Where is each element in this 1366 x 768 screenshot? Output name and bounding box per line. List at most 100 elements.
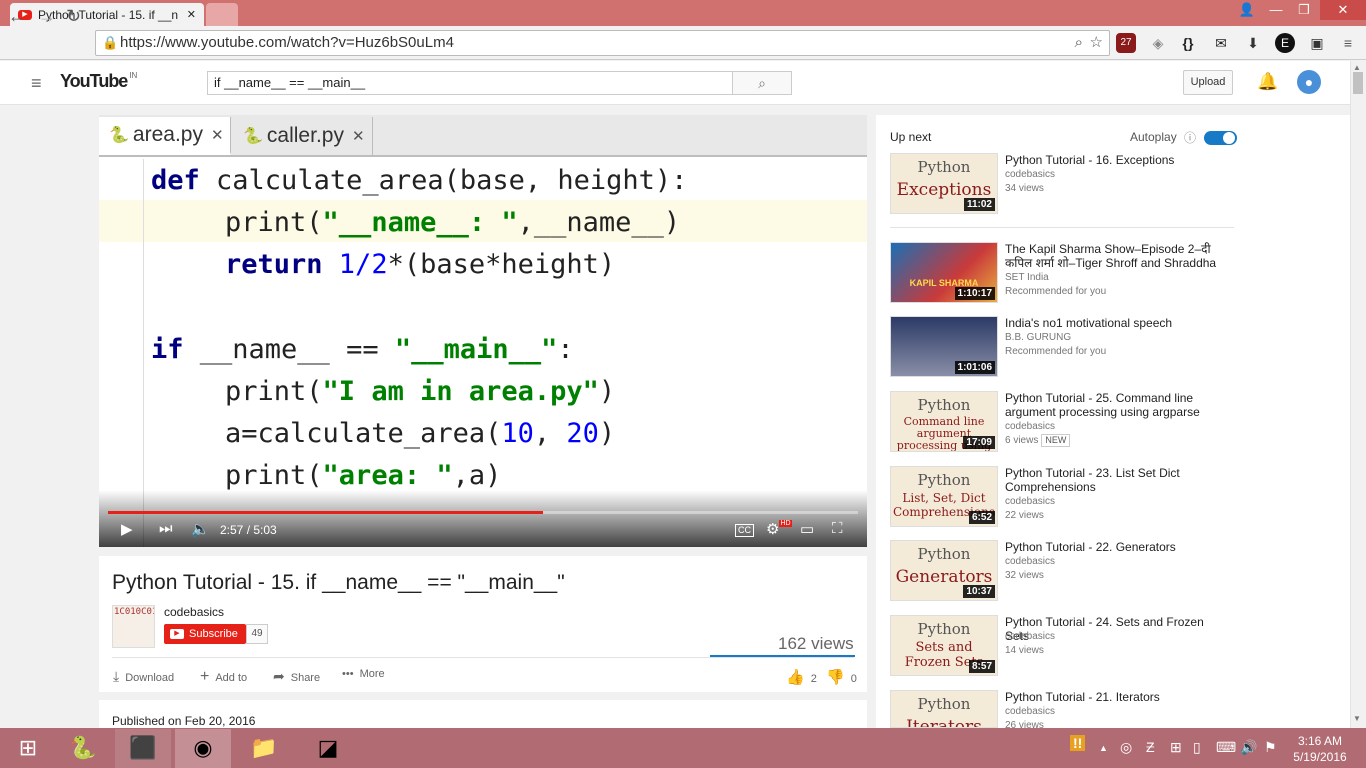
json-extension-icon[interactable]: {} bbox=[1178, 33, 1198, 53]
related-video-title[interactable]: Python Tutorial - 21. Iterators bbox=[1005, 690, 1230, 704]
video-thumbnail[interactable]: Python Sets and Frozen Sets 8:57 bbox=[890, 615, 998, 676]
hd-badge: HD bbox=[779, 520, 792, 527]
share-button[interactable]: ➦ Share bbox=[273, 668, 320, 685]
taskbar-clock[interactable]: 3:16 AM 5/19/2016 bbox=[1290, 733, 1350, 765]
guide-menu-icon[interactable]: ≡ bbox=[31, 73, 42, 94]
python-app-icon[interactable]: 🐍 bbox=[55, 729, 111, 768]
related-video-channel: B.B. GURUNG bbox=[1005, 332, 1072, 343]
tray-app-icon[interactable]: Ƶ bbox=[1146, 739, 1155, 755]
like-button[interactable]: 👍 2 bbox=[786, 668, 817, 686]
ublock-extension-icon[interactable]: 27 bbox=[1116, 33, 1136, 53]
url-text: https://www.youtube.com/watch?v=Huz6bS0u… bbox=[120, 34, 454, 51]
download-extension-icon[interactable]: ⬇ bbox=[1243, 33, 1263, 53]
chrome-menu-icon[interactable]: ≡ bbox=[1338, 33, 1358, 53]
related-video-channel: codebasics bbox=[1005, 421, 1056, 432]
tray-device-icon[interactable]: ▯ bbox=[1193, 739, 1201, 756]
add-to-button[interactable]: + Add to bbox=[200, 668, 247, 686]
search-input[interactable]: if __name__ == __main__ bbox=[207, 71, 733, 95]
maximize-icon[interactable]: ❐ bbox=[1290, 0, 1318, 20]
duration-badge: 10:37 bbox=[963, 585, 995, 598]
profile-icon[interactable]: 👤 bbox=[1233, 0, 1261, 20]
duration-badge: 11:02 bbox=[963, 198, 995, 211]
related-video-meta: 32 views bbox=[1005, 570, 1044, 581]
extension-gray-icon[interactable]: ◈ bbox=[1148, 33, 1168, 53]
thumb-text: Python bbox=[917, 545, 971, 563]
upload-button[interactable]: Upload bbox=[1183, 70, 1233, 95]
forward-icon[interactable]: → bbox=[38, 7, 56, 25]
tab-close-icon[interactable]: ✕ bbox=[187, 8, 196, 21]
play-icon[interactable]: ▶ bbox=[121, 520, 133, 538]
download-button[interactable]: ⤓ Download bbox=[113, 668, 174, 685]
video-thumbnail[interactable]: PythonCommand line argument processing u… bbox=[890, 391, 998, 452]
captions-button[interactable]: CC bbox=[735, 524, 754, 537]
tray-grid-icon[interactable]: ⊞ bbox=[1170, 739, 1182, 756]
subscribe-button[interactable]: ▶ Subscribe bbox=[164, 624, 246, 644]
more-button[interactable]: ••• More bbox=[342, 668, 385, 680]
share-icon: ➦ bbox=[273, 668, 285, 684]
reload-icon[interactable]: ↻ bbox=[66, 7, 81, 25]
dislike-button[interactable]: 👎 0 bbox=[826, 668, 857, 686]
video-player[interactable]: 🐍 area.py ✕ 🐍 caller.py ✕ def calculate_… bbox=[99, 115, 867, 547]
video-thumbnail[interactable]: Python Iterators bbox=[890, 690, 998, 728]
divider bbox=[890, 227, 1234, 228]
address-bar[interactable]: 🔒 https://www.youtube.com/watch?v=Huz6bS… bbox=[95, 30, 1110, 56]
new-tab-button[interactable] bbox=[206, 3, 238, 26]
video-thumbnail[interactable]: Python Generators 10:37 bbox=[890, 540, 998, 601]
scroll-down-icon[interactable]: ▼ bbox=[1353, 714, 1361, 723]
code-token: "I am in area.py" bbox=[322, 376, 599, 407]
python-file-icon: 🐍 bbox=[243, 128, 263, 145]
notepad-app-icon[interactable]: ◪ bbox=[300, 729, 356, 768]
show-hidden-icons[interactable]: ▲ bbox=[1099, 743, 1108, 753]
related-video-title[interactable]: India's no1 motivational speech bbox=[1005, 316, 1230, 330]
related-video-title[interactable]: Python Tutorial - 25. Command line argum… bbox=[1005, 391, 1230, 419]
chrome-app-icon[interactable]: ◉ bbox=[175, 729, 231, 768]
related-video-title[interactable]: Python Tutorial - 16. Exceptions bbox=[1005, 153, 1230, 167]
code-token: ) bbox=[598, 418, 616, 449]
code-token: return bbox=[225, 249, 323, 280]
action-center-icon[interactable]: ⚑ bbox=[1264, 739, 1277, 756]
next-icon[interactable]: ⏭ bbox=[159, 520, 173, 537]
fullscreen-icon[interactable]: ⛶ bbox=[832, 520, 843, 537]
info-icon[interactable]: ⓘ bbox=[1184, 129, 1196, 146]
volume-tray-icon[interactable]: 🔊 bbox=[1240, 739, 1257, 756]
related-video-title[interactable]: The Kapil Sharma Show–Episode 2–दी कपिल … bbox=[1005, 242, 1230, 270]
warning-tray-icon[interactable]: !! bbox=[1070, 735, 1086, 751]
theater-mode-icon[interactable]: ▭ bbox=[800, 520, 814, 538]
mail-extension-icon[interactable]: ✉ bbox=[1211, 33, 1231, 53]
related-video-title[interactable]: Python Tutorial - 22. Generators bbox=[1005, 540, 1230, 554]
channel-avatar[interactable]: 1C010C0101IO11D011000011E bbox=[112, 605, 155, 648]
e-extension-icon[interactable]: E bbox=[1275, 33, 1295, 53]
video-thumbnail[interactable]: KAPIL SHARMA 1:10:17 bbox=[890, 242, 998, 303]
code-token: "area: " bbox=[322, 460, 453, 491]
lock-icon: 🔒 bbox=[102, 35, 119, 50]
code-token: print( bbox=[225, 207, 323, 238]
account-avatar[interactable]: ● bbox=[1297, 70, 1321, 94]
page-scrollbar[interactable] bbox=[1350, 61, 1366, 728]
video-thumbnail[interactable]: Python Exceptions 11:02 bbox=[890, 153, 998, 214]
channel-name[interactable]: codebasics bbox=[164, 605, 224, 619]
bookmark-star-icon[interactable]: ☆ bbox=[1090, 31, 1103, 55]
screen-extension-icon[interactable]: ▣ bbox=[1307, 33, 1327, 53]
scroll-up-icon[interactable]: ▲ bbox=[1353, 63, 1361, 72]
code-line-4: if __name__ == "__main__": bbox=[151, 334, 574, 365]
video-thumbnail[interactable]: 1:01:06 bbox=[890, 316, 998, 377]
minimize-icon[interactable]: — bbox=[1262, 0, 1290, 20]
youtube-logo[interactable]: YouTube IN bbox=[60, 71, 137, 92]
wifi-tray-icon[interactable]: ◎ bbox=[1120, 739, 1132, 756]
zoom-icon[interactable]: ⌕ bbox=[1075, 31, 1083, 55]
related-video-title[interactable]: Python Tutorial - 23. List Set Dict Comp… bbox=[1005, 466, 1230, 494]
progress-bar[interactable] bbox=[108, 511, 858, 514]
volume-icon[interactable]: 🔈 bbox=[191, 520, 210, 538]
network-tray-icon[interactable]: ⌨ bbox=[1216, 739, 1236, 756]
related-video-meta-row: 6 views NEW bbox=[1005, 434, 1071, 448]
start-windows-icon[interactable]: ⊞ bbox=[0, 729, 56, 768]
office-app-icon[interactable]: ⬛ bbox=[115, 729, 171, 768]
close-window-icon[interactable]: ✕ bbox=[1320, 0, 1366, 20]
search-button[interactable]: ⌕ bbox=[732, 71, 792, 95]
back-icon[interactable]: ← bbox=[8, 7, 26, 25]
notifications-bell-icon[interactable]: 🔔 bbox=[1257, 72, 1278, 92]
video-thumbnail[interactable]: Python List, Set, Dict Comprehensions 6:52 bbox=[890, 466, 998, 527]
settings-gear-icon[interactable]: ⚙HD bbox=[766, 520, 792, 538]
file-explorer-icon[interactable]: 📁 bbox=[236, 729, 292, 768]
scrollbar-thumb[interactable] bbox=[1353, 72, 1363, 94]
